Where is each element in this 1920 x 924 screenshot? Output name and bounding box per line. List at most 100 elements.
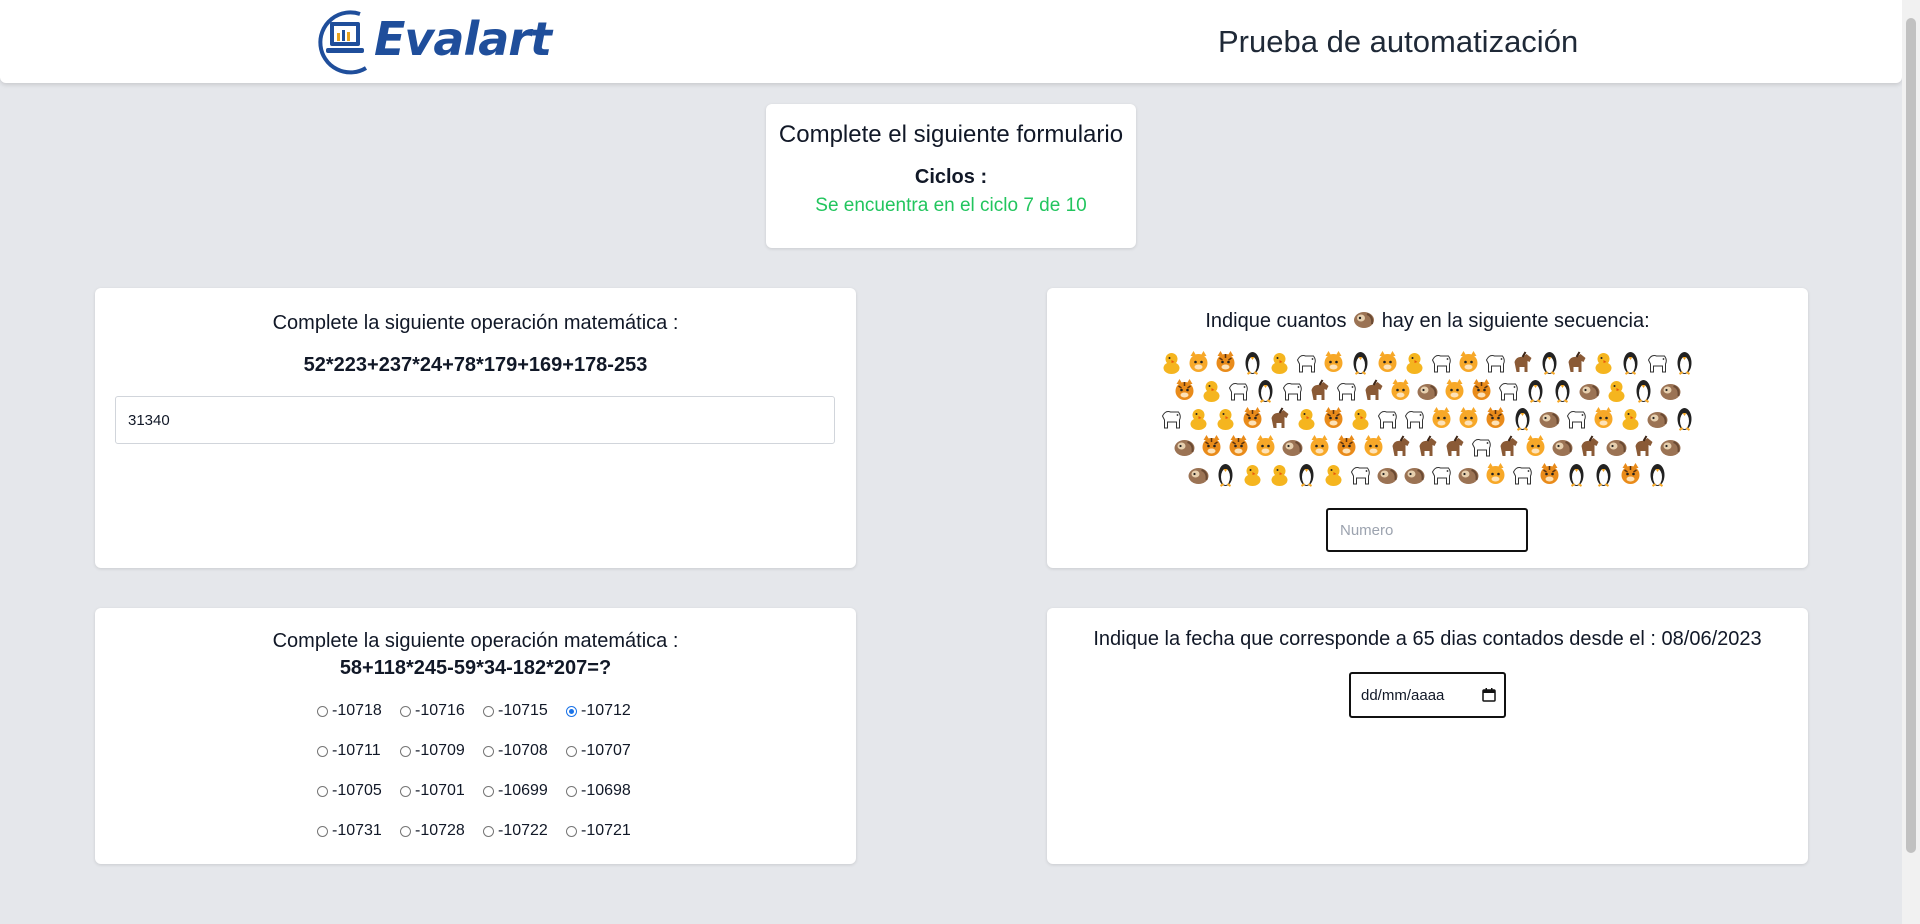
emoji-row — [1186, 462, 1670, 488]
answer-option-label: -10707 — [581, 742, 631, 759]
radio-button[interactable] — [483, 785, 494, 797]
chick-icon — [1325, 465, 1341, 486]
answer-option-label: -10711 — [332, 742, 381, 759]
answer-option[interactable]: -10709 — [400, 740, 483, 762]
sloth-icon — [1647, 412, 1667, 428]
penguin-icon — [1596, 464, 1610, 487]
math-question-label: Complete la siguiente operación matemáti… — [272, 312, 679, 334]
answer-option[interactable]: -10728 — [400, 820, 483, 842]
date-input[interactable]: dd/mm/aaaa — [1349, 672, 1506, 718]
radio-button[interactable] — [483, 745, 494, 757]
cat-icon — [1391, 379, 1410, 400]
penguin-icon — [1258, 380, 1273, 403]
scrollbar-thumb[interactable] — [1906, 18, 1916, 853]
form-summary-card: Complete el siguiente formulario Ciclos … — [766, 104, 1136, 248]
emoji-question-label: Indique cuantos hay en la siguiente secu… — [1047, 308, 1808, 333]
answer-option[interactable]: -10716 — [400, 700, 483, 722]
dog-icon — [1647, 355, 1667, 373]
emoji-row — [1159, 406, 1697, 432]
emoji-question-text-before: Indique cuantos — [1205, 310, 1347, 332]
radio-button[interactable] — [400, 705, 411, 717]
evalart-logo: Evalart — [316, 6, 561, 78]
radio-button[interactable] — [400, 825, 411, 837]
answer-option-label: -10718 — [332, 702, 382, 719]
radio-button[interactable] — [483, 825, 494, 837]
radio-button[interactable] — [566, 825, 577, 837]
answer-option[interactable]: -10711 — [317, 740, 400, 762]
emoji-count-card: Indique cuantos hay en la siguiente secu… — [1047, 288, 1808, 568]
math-expression: 52*223+237*24+78*179+169+178-253 — [303, 354, 648, 376]
math-text-card: Complete la siguiente operación matemáti… — [95, 288, 856, 568]
tiger-icon — [1540, 463, 1558, 484]
sloth-icon — [1282, 440, 1303, 456]
sloth-icon — [1354, 312, 1375, 328]
radio-button[interactable] — [483, 705, 494, 717]
penguin-icon — [1245, 352, 1259, 375]
answer-option[interactable]: -10705 — [317, 780, 400, 802]
answer-option[interactable]: -10715 — [483, 700, 566, 722]
chick-icon — [1163, 353, 1179, 374]
horse-icon — [1568, 351, 1585, 372]
dog-icon — [1431, 467, 1451, 485]
radio-button[interactable] — [400, 745, 411, 757]
answer-option[interactable]: -10699 — [483, 780, 566, 802]
page-scrollbar[interactable] — [1902, 0, 1920, 924]
cat-icon — [1459, 351, 1477, 372]
radio-button[interactable] — [400, 785, 411, 797]
radio-button[interactable] — [566, 785, 577, 797]
cat-icon — [1324, 351, 1342, 372]
answer-option[interactable]: -10708 — [483, 740, 566, 762]
radio-button[interactable] — [317, 745, 328, 757]
app-header: Evalart Prueba de automatización — [0, 0, 1902, 83]
answer-option-label: -10722 — [498, 822, 548, 839]
cat-icon — [1189, 351, 1207, 372]
calendar-icon[interactable] — [1482, 688, 1496, 702]
cat-icon — [1594, 407, 1612, 428]
chick-icon — [1271, 353, 1287, 374]
math-radio-card: Complete la siguiente operación matemáti… — [95, 608, 856, 864]
dog-icon — [1161, 411, 1181, 429]
radio-button[interactable] — [317, 705, 328, 717]
sloth-icon — [1539, 412, 1559, 428]
answer-option[interactable]: -10721 — [566, 820, 649, 842]
cat-icon — [1486, 463, 1504, 484]
emoji-row — [1159, 350, 1697, 376]
cat-icon — [1432, 407, 1450, 428]
sloth-icon — [1188, 468, 1208, 484]
cat-icon — [1310, 435, 1329, 456]
logo-text: Evalart — [374, 12, 552, 66]
sloth-icon — [1660, 384, 1681, 400]
chick-icon — [1271, 465, 1287, 486]
radio-button[interactable] — [566, 705, 577, 717]
sloth-icon — [1458, 468, 1478, 484]
emoji-count-input[interactable] — [1326, 508, 1528, 552]
horse-icon — [1581, 435, 1599, 456]
answer-option[interactable]: -10698 — [566, 780, 649, 802]
page-title: Prueba de automatización — [1218, 24, 1579, 59]
answer-option[interactable]: -10731 — [317, 820, 400, 842]
radio-button[interactable] — [317, 825, 328, 837]
horse-icon — [1365, 379, 1383, 400]
cat-icon — [1445, 379, 1464, 400]
dog-icon — [1431, 355, 1451, 373]
sloth-icon — [1377, 468, 1397, 484]
penguin-icon — [1542, 352, 1556, 375]
horse-icon — [1311, 379, 1329, 400]
answer-option[interactable]: -10712 — [566, 700, 649, 722]
math-answer-input[interactable] — [115, 396, 835, 444]
answer-option-label: -10699 — [498, 782, 548, 799]
answer-option[interactable]: -10718 — [317, 700, 400, 722]
tiger-icon — [1202, 435, 1221, 456]
dog-icon — [1282, 383, 1302, 401]
answer-option-label: -10701 — [415, 782, 465, 799]
sloth-icon — [1606, 440, 1627, 456]
penguin-icon — [1677, 408, 1691, 431]
answer-option[interactable]: -10722 — [483, 820, 566, 842]
radio-button[interactable] — [566, 745, 577, 757]
penguin-icon — [1677, 352, 1691, 375]
radio-button[interactable] — [317, 785, 328, 797]
answer-option[interactable]: -10707 — [566, 740, 649, 762]
answer-option[interactable]: -10701 — [400, 780, 483, 802]
penguin-icon — [1569, 464, 1583, 487]
cat-icon — [1526, 435, 1545, 456]
